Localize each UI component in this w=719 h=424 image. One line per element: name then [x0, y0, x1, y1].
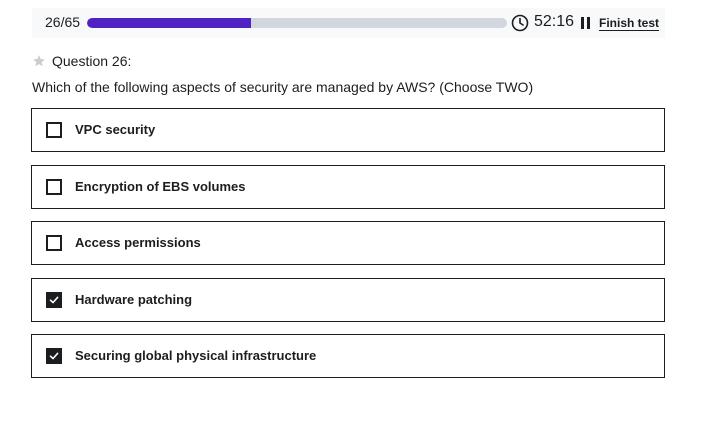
progress-fill [87, 18, 252, 28]
checkbox[interactable] [46, 179, 62, 195]
answer-option-label: Hardware patching [75, 292, 193, 307]
star-icon[interactable] [32, 54, 46, 68]
question-text: Which of the following aspects of securi… [32, 79, 534, 95]
answer-option[interactable]: Access permissions [31, 221, 665, 265]
answer-option[interactable]: Hardware patching [31, 278, 665, 322]
question-number: Question 26: [52, 53, 132, 69]
pause-icon[interactable] [580, 17, 592, 29]
answer-option-label: Encryption of EBS volumes [75, 179, 246, 194]
answer-option-label: Access permissions [75, 235, 201, 250]
answer-option[interactable]: Securing global physical infrastructure [31, 334, 665, 378]
progress-counter: 26/65 [45, 14, 81, 30]
check-icon [49, 296, 59, 304]
exam-progress-bar: 26/65 52:16 Finish test [32, 8, 665, 38]
answer-option[interactable]: Encryption of EBS volumes [31, 165, 665, 209]
checked-checkbox[interactable] [46, 348, 62, 364]
answer-option[interactable]: VPC security [31, 108, 665, 152]
answer-option-label: VPC security [75, 122, 156, 137]
answer-option-label: Securing global physical infrastructure [75, 348, 317, 363]
checked-checkbox[interactable] [46, 292, 62, 308]
question-header: Question 26: [32, 53, 131, 69]
check-icon [49, 352, 59, 360]
checkbox[interactable] [46, 235, 62, 251]
progress-track [87, 18, 507, 28]
finish-test-button[interactable]: Finish test [599, 16, 659, 30]
checkbox[interactable] [46, 122, 62, 138]
countdown-timer: 52:16 [534, 13, 575, 30]
clock-icon [511, 14, 529, 32]
